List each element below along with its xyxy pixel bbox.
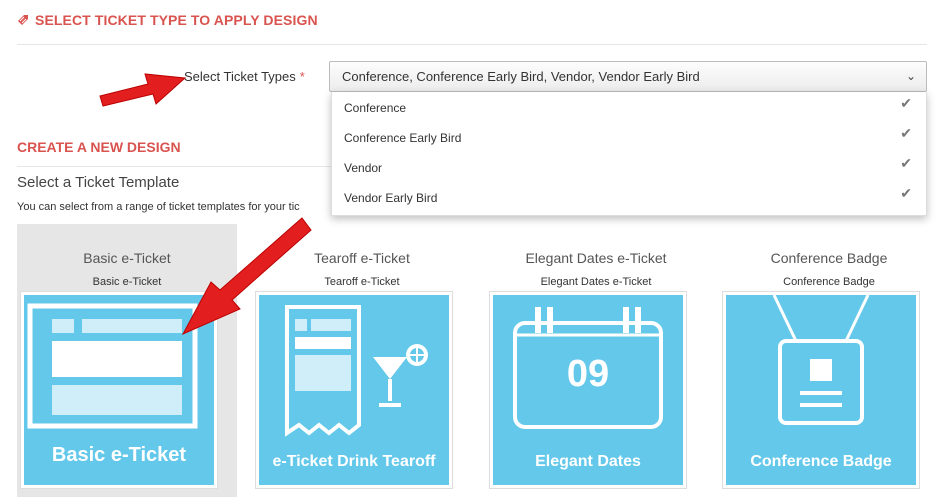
template-subname: Tearoff e-Ticket: [324, 276, 400, 288]
template-thumbnail[interactable]: 09 Elegant Dates: [489, 291, 687, 489]
template-name: Basic e-Ticket: [83, 250, 171, 266]
dropdown-option-conference-early-bird[interactable]: Conference Early Bird ✔: [332, 122, 926, 152]
check-icon: ✔: [900, 185, 912, 201]
ticket-types-select-value: Conference, Conference Early Bird, Vendo…: [342, 69, 700, 84]
check-icon: ✔: [900, 155, 912, 171]
ticket-types-select[interactable]: Conference, Conference Early Bird, Vendo…: [329, 61, 927, 92]
template-thumbnail[interactable]: Conference Badge: [722, 291, 920, 489]
section-title-text: SELECT TICKET TYPE TO APPLY DESIGN: [35, 12, 318, 28]
select-template-subtitle: Select a Ticket Template: [17, 174, 180, 191]
template-card-elegant-dates[interactable]: Elegant Dates e-Ticket Elegant Dates e-T…: [486, 224, 706, 497]
ticket-tag-icon: [18, 15, 28, 25]
option-label: Vendor Early Bird: [344, 191, 438, 205]
template-description: You can select from a range of ticket te…: [17, 201, 300, 213]
template-card-tearoff-eticket[interactable]: Tearoff e-Ticket Tearoff e-Ticket e-Tick…: [252, 224, 472, 497]
template-name: Tearoff e-Ticket: [314, 250, 410, 266]
template-thumbnail[interactable]: e-Ticket Drink Tearoff: [255, 291, 453, 489]
divider: [17, 44, 927, 45]
template-name: Elegant Dates e-Ticket: [525, 250, 667, 266]
check-icon: ✔: [900, 95, 912, 111]
thumbnail-caption: Elegant Dates: [535, 453, 641, 470]
dropdown-option-conference[interactable]: Conference ✔: [332, 92, 926, 122]
thumbnail-caption: e-Ticket Drink Tearoff: [272, 453, 436, 470]
template-card-basic-eticket[interactable]: Basic e-Ticket Basic e-Ticket Basic e-Ti…: [17, 224, 237, 497]
dropdown-option-vendor-early-bird[interactable]: Vendor Early Bird ✔: [332, 182, 926, 212]
thumbnail-caption: Conference Badge: [750, 453, 892, 470]
chevron-down-icon[interactable]: ⌄: [906, 69, 916, 83]
check-icon: ✔: [900, 125, 912, 141]
create-design-heading: CREATE A NEW DESIGN: [17, 139, 181, 155]
ticket-types-dropdown: Conference ✔ Conference Early Bird ✔ Ven…: [331, 92, 927, 216]
option-label: Vendor: [344, 161, 383, 175]
required-mark: *: [299, 69, 305, 84]
select-ticket-type-heading: SELECT TICKET TYPE TO APPLY DESIGN: [17, 12, 318, 28]
template-card-conference-badge[interactable]: Conference Badge Conference Badge Confer…: [719, 224, 939, 497]
ticket-types-label: Select Ticket Types *: [184, 69, 305, 84]
option-label: Conference: [344, 101, 407, 115]
thumbnail-caption: Basic e-Ticket: [51, 444, 187, 466]
dropdown-option-vendor[interactable]: Vendor ✔: [332, 152, 926, 182]
ticket-types-label-text: Select Ticket Types: [184, 69, 296, 84]
template-name: Conference Badge: [770, 250, 888, 266]
template-thumbnail[interactable]: Basic e-Ticket: [20, 291, 218, 489]
option-label: Conference Early Bird: [344, 131, 462, 145]
template-subname: Elegant Dates e-Ticket: [540, 276, 652, 288]
template-subname: Conference Badge: [783, 276, 875, 288]
template-subname: Basic e-Ticket: [92, 276, 162, 288]
calendar-date: 09: [566, 353, 610, 395]
